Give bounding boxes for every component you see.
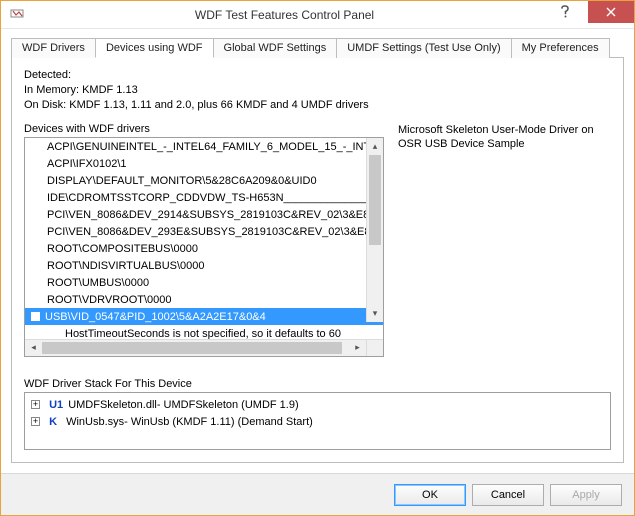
cancel-button[interactable]: Cancel <box>472 484 544 506</box>
window-title: WDF Test Features Control Panel <box>27 8 542 22</box>
stack-tag: U1 <box>49 399 63 411</box>
stack-text: UMDFSkeleton.dll- UMDFSkeleton (UMDF 1.9… <box>68 399 298 411</box>
tree-item[interactable]: ACPI\IFX0102\1 <box>25 155 383 172</box>
help-button[interactable] <box>542 1 588 23</box>
stack-tag: K <box>49 416 57 428</box>
tree-item-child[interactable]: HostTimeoutSeconds is not specified, so … <box>25 325 383 339</box>
content-area: WDF Drivers Devices using WDF Global WDF… <box>1 29 634 473</box>
tree-item[interactable]: ROOT\NDISVIRTUALBUS\0000 <box>25 257 383 274</box>
tab-panel: Detected: In Memory: KMDF 1.13 On Disk: … <box>11 57 624 463</box>
scroll-right-icon[interactable]: ▸ <box>349 340 366 356</box>
devices-tree[interactable]: ACPI\GENUINEINTEL_-_INTEL64_FAMILY_6_MOD… <box>24 137 384 357</box>
scroll-track[interactable] <box>367 155 383 305</box>
tab-devices-using-wdf[interactable]: Devices using WDF <box>95 38 214 58</box>
description-line: Microsoft Skeleton User-Mode Driver on <box>398 123 611 137</box>
tree-item[interactable]: PCI\VEN_8086&DEV_293E&SUBSYS_2819103C&RE… <box>25 223 383 240</box>
vertical-scrollbar[interactable]: ▴ ▾ <box>366 138 383 322</box>
ok-button[interactable]: OK <box>394 484 466 506</box>
stack-row[interactable]: + U1 UMDFSkeleton.dll- UMDFSkeleton (UMD… <box>31 397 604 414</box>
tree-item-label: USB\VID_0547&PID_1002\5&A2A2E17&0&4 <box>45 311 266 323</box>
tree-item[interactable]: ACPI\GENUINEINTEL_-_INTEL64_FAMILY_6_MOD… <box>25 138 383 155</box>
middle-row: Devices with WDF drivers ACPI\GENUINEINT… <box>24 123 611 368</box>
tree-body: ACPI\GENUINEINTEL_-_INTEL64_FAMILY_6_MOD… <box>25 138 383 339</box>
tree-item[interactable]: PCI\VEN_8086&DEV_2914&SUBSYS_2819103C&RE… <box>25 206 383 223</box>
scroll-down-icon[interactable]: ▾ <box>367 305 383 322</box>
stack-row[interactable]: + K WinUsb.sys- WinUsb (KMDF 1.11) (Dema… <box>31 414 604 431</box>
horizontal-scrollbar[interactable]: ◂ ▸ <box>25 339 383 356</box>
detected-info: Detected: In Memory: KMDF 1.13 On Disk: … <box>24 68 611 113</box>
device-description: Microsoft Skeleton User-Mode Driver on O… <box>398 123 611 368</box>
stack-label: WDF Driver Stack For This Device <box>24 378 611 390</box>
close-button[interactable] <box>588 1 634 23</box>
app-icon <box>7 5 27 25</box>
button-bar: OK Cancel Apply <box>1 473 634 515</box>
scroll-track[interactable] <box>42 340 349 356</box>
devices-label: Devices with WDF drivers <box>24 123 384 135</box>
scroll-left-icon[interactable]: ◂ <box>25 340 42 356</box>
description-line: OSR USB Device Sample <box>398 137 611 151</box>
scroll-thumb[interactable] <box>369 155 381 245</box>
tab-global-wdf-settings[interactable]: Global WDF Settings <box>213 38 338 58</box>
detected-memory: In Memory: KMDF 1.13 <box>24 83 611 98</box>
titlebar: WDF Test Features Control Panel <box>1 1 634 29</box>
scroll-thumb[interactable] <box>42 342 342 354</box>
tab-wdf-drivers[interactable]: WDF Drivers <box>11 38 96 58</box>
tree-item[interactable]: IDE\CDROMTSSTCORP_CDDVDW_TS-H653N_______… <box>25 189 383 206</box>
collapse-icon[interactable]: − <box>31 312 40 321</box>
driver-stack-list[interactable]: + U1 UMDFSkeleton.dll- UMDFSkeleton (UMD… <box>24 392 611 450</box>
tree-item[interactable]: ROOT\VDRVROOT\0000 <box>25 291 383 308</box>
scroll-corner <box>366 340 383 356</box>
tab-umdf-settings[interactable]: UMDF Settings (Test Use Only) <box>336 38 511 58</box>
system-buttons <box>542 1 634 28</box>
apply-button: Apply <box>550 484 622 506</box>
stack-text: WinUsb.sys- WinUsb (KMDF 1.11) (Demand S… <box>66 416 313 428</box>
tree-item[interactable]: ROOT\UMBUS\0000 <box>25 274 383 291</box>
scroll-up-icon[interactable]: ▴ <box>367 138 383 155</box>
tree-item[interactable]: DISPLAY\DEFAULT_MONITOR\5&28C6A209&0&UID… <box>25 172 383 189</box>
expand-icon[interactable]: + <box>31 400 40 409</box>
detected-heading: Detected: <box>24 68 611 83</box>
tree-item[interactable]: ROOT\COMPOSITEBUS\0000 <box>25 240 383 257</box>
detected-disk: On Disk: KMDF 1.13, 1.11 and 2.0, plus 6… <box>24 98 611 113</box>
devices-column: Devices with WDF drivers ACPI\GENUINEINT… <box>24 123 384 368</box>
tree-item-selected[interactable]: −USB\VID_0547&PID_1002\5&A2A2E17&0&4 <box>25 308 383 325</box>
tab-strip: WDF Drivers Devices using WDF Global WDF… <box>11 38 624 58</box>
tab-my-preferences[interactable]: My Preferences <box>511 38 610 58</box>
expand-icon[interactable]: + <box>31 417 40 426</box>
dialog-window: WDF Test Features Control Panel WDF Driv… <box>0 0 635 516</box>
